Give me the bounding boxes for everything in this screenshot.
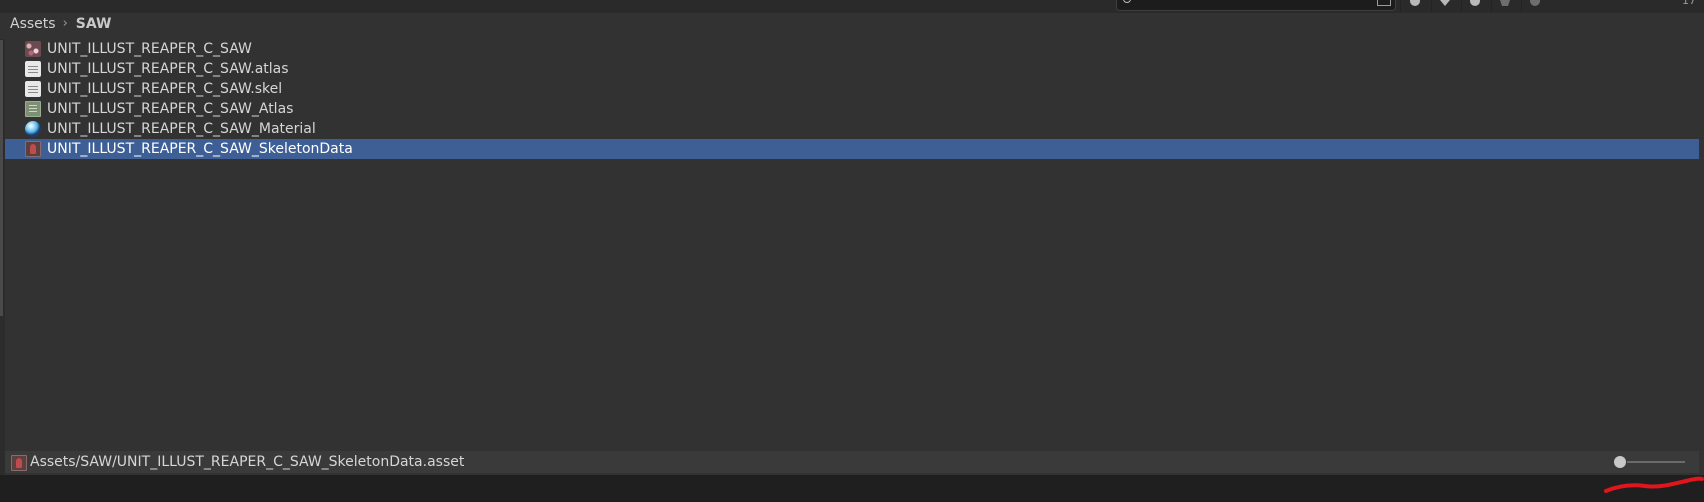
visibility-eye-icon bbox=[1530, 0, 1540, 6]
hidden-package-count: 17 bbox=[1682, 0, 1696, 7]
filter-label-button[interactable] bbox=[1468, 0, 1482, 10]
asset-row[interactable]: UNIT_ILLUST_REAPER_C_SAW.atlas bbox=[5, 59, 1699, 79]
search-mode-icon[interactable] bbox=[1377, 0, 1391, 6]
asset-name: UNIT_ILLUST_REAPER_C_SAW bbox=[47, 41, 252, 57]
selected-asset-path: Assets/SAW/UNIT_ILLUST_REAPER_C_SAW_Skel… bbox=[30, 454, 465, 470]
asset-row[interactable]: UNIT_ILLUST_REAPER_C_SAW_Atlas bbox=[5, 99, 1699, 119]
toolbar-divider bbox=[1431, 0, 1432, 12]
project-toolbar: 17 bbox=[0, 0, 1704, 13]
toolbar-divider bbox=[1521, 0, 1522, 12]
zoom-slider-track[interactable] bbox=[1627, 461, 1685, 463]
search-icon bbox=[1123, 0, 1131, 3]
skeleton-data-icon bbox=[25, 141, 41, 157]
breadcrumb-separator-icon: › bbox=[62, 16, 68, 31]
breadcrumb-root[interactable]: Assets bbox=[10, 14, 56, 34]
text-file-icon bbox=[25, 61, 41, 77]
skeleton-data-icon bbox=[11, 455, 27, 471]
create-button[interactable] bbox=[1408, 0, 1422, 10]
annotation-scribble bbox=[1604, 476, 1704, 493]
toolbar-divider bbox=[1491, 0, 1492, 12]
favorite-button[interactable] bbox=[1498, 0, 1512, 10]
asset-name: UNIT_ILLUST_REAPER_C_SAW.atlas bbox=[47, 61, 289, 77]
breadcrumb: Assets › SAW bbox=[10, 14, 112, 34]
asset-name: UNIT_ILLUST_REAPER_C_SAW_SkeletonData bbox=[47, 141, 353, 157]
search-input[interactable] bbox=[1116, 0, 1396, 11]
filter-type-button[interactable] bbox=[1438, 0, 1452, 10]
text-file-icon bbox=[25, 81, 41, 97]
filter-type-icon bbox=[1440, 0, 1450, 6]
folder-tree-scrollbar[interactable] bbox=[0, 40, 3, 316]
status-bar: Assets/SAW/UNIT_ILLUST_REAPER_C_SAW_Skel… bbox=[5, 451, 1699, 473]
toolbar-divider bbox=[1461, 0, 1462, 12]
project-browser-panel: 17 Assets › SAW UNIT_ILLUST_REAPER_C_SAW… bbox=[0, 0, 1704, 475]
texture-icon bbox=[25, 41, 41, 57]
asset-row-selected[interactable]: UNIT_ILLUST_REAPER_C_SAW_SkeletonData bbox=[5, 139, 1699, 159]
asset-row[interactable]: UNIT_ILLUST_REAPER_C_SAW bbox=[5, 39, 1699, 59]
asset-name: UNIT_ILLUST_REAPER_C_SAW.skel bbox=[47, 81, 283, 97]
asset-name: UNIT_ILLUST_REAPER_C_SAW_Atlas bbox=[47, 101, 294, 117]
asset-row[interactable]: UNIT_ILLUST_REAPER_C_SAW_Material bbox=[5, 119, 1699, 139]
breadcrumb-current[interactable]: SAW bbox=[76, 14, 112, 34]
asset-name: UNIT_ILLUST_REAPER_C_SAW_Material bbox=[47, 121, 316, 137]
filter-label-icon bbox=[1470, 0, 1480, 6]
material-sphere-icon bbox=[25, 121, 41, 137]
asset-list: UNIT_ILLUST_REAPER_C_SAW UNIT_ILLUST_REA… bbox=[5, 39, 1699, 159]
toolbar-divider bbox=[1400, 0, 1401, 12]
visibility-toggle[interactable] bbox=[1528, 0, 1542, 10]
favorite-star-icon bbox=[1500, 0, 1510, 6]
create-icon bbox=[1410, 0, 1420, 6]
asset-row[interactable]: UNIT_ILLUST_REAPER_C_SAW.skel bbox=[5, 79, 1699, 99]
atlas-asset-icon bbox=[25, 101, 41, 117]
zoom-slider-handle[interactable] bbox=[1614, 456, 1626, 468]
